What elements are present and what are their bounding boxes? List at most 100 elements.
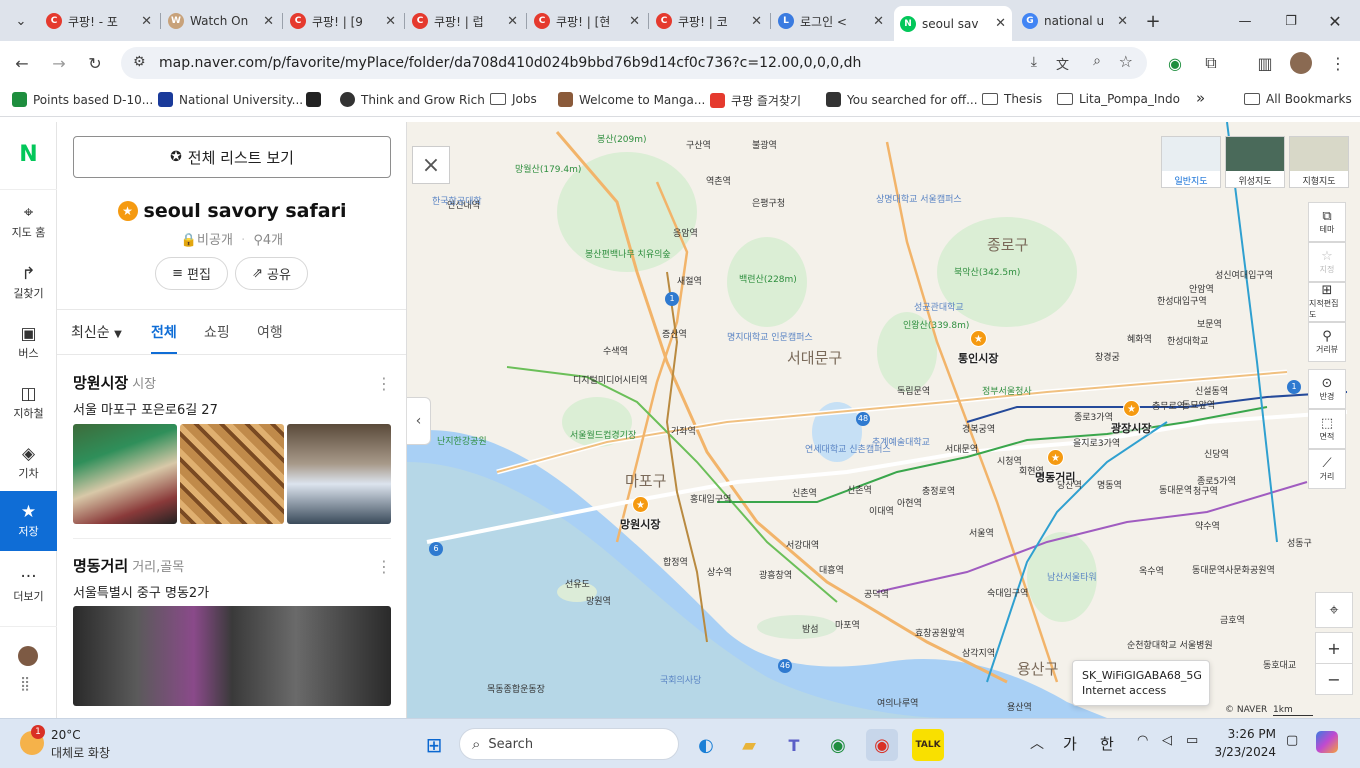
ime-mode-2[interactable]: 한 bbox=[1100, 733, 1114, 754]
bookmark-item[interactable]: Welcome to Manga... bbox=[558, 92, 705, 107]
map-tool-button[interactable]: ⬚ 면적 bbox=[1308, 409, 1346, 449]
browser-tab[interactable]: C 쿠팡! | 코 ✕ bbox=[650, 6, 768, 36]
new-tab-button[interactable]: + bbox=[1140, 8, 1166, 34]
tab-all[interactable]: 전체 bbox=[151, 322, 177, 354]
close-window-button[interactable]: ✕ bbox=[1322, 8, 1348, 34]
volume-icon[interactable]: ◁ bbox=[1162, 733, 1172, 748]
bookmark-item[interactable] bbox=[306, 92, 327, 107]
map-tool-button[interactable]: ⊙ 반경 bbox=[1308, 369, 1346, 409]
list-item[interactable]: 명동거리 거리,골목 서울특별시 중구 명동2가 bbox=[73, 555, 209, 601]
all-bookmarks-button[interactable]: All Bookmarks bbox=[1244, 92, 1352, 106]
close-tab-icon[interactable]: ✕ bbox=[873, 14, 884, 29]
address-bar[interactable]: ⚙ map.naver.com/p/favorite/myPlace/folde… bbox=[121, 47, 1147, 79]
rail-item[interactable]: ◈ 기차 bbox=[0, 439, 57, 489]
saved-place-marker[interactable]: ★ bbox=[1047, 449, 1064, 466]
file-explorer-icon[interactable]: ▰ bbox=[733, 729, 765, 761]
clock-time[interactable]: 3:26 PM bbox=[1220, 727, 1276, 741]
copilot-icon[interactable] bbox=[1316, 731, 1338, 753]
site-info-icon[interactable]: ⚙ bbox=[133, 54, 146, 70]
browser-tab[interactable]: C 쿠팡! | [현 ✕ bbox=[528, 6, 646, 36]
close-panel-button[interactable]: × bbox=[412, 146, 450, 184]
more-options-icon[interactable]: ⋮ bbox=[376, 557, 392, 576]
browser-tab[interactable]: C 쿠팡! - 포 ✕ bbox=[40, 6, 158, 36]
zoom-icon[interactable]: ⌕ bbox=[1093, 53, 1101, 69]
close-tab-icon[interactable]: ✕ bbox=[995, 16, 1006, 31]
side-panel-icon[interactable]: ▥ bbox=[1252, 50, 1278, 76]
collapse-panel-button[interactable]: ‹ bbox=[407, 397, 431, 445]
more-options-icon[interactable]: ⋮ bbox=[376, 374, 392, 393]
close-tab-icon[interactable]: ✕ bbox=[507, 14, 518, 29]
bookmark-item[interactable]: Lita_Pompa_Indo bbox=[1057, 92, 1180, 106]
chrome-icon[interactable]: ◉ bbox=[866, 729, 898, 761]
rail-item[interactable]: ◫ 지하철 bbox=[0, 379, 57, 429]
close-tab-icon[interactable]: ✕ bbox=[385, 14, 396, 29]
naver-logo[interactable]: N bbox=[0, 142, 57, 167]
saved-place-marker[interactable]: ★ bbox=[1123, 400, 1140, 417]
zoom-in-button[interactable]: + bbox=[1315, 632, 1353, 664]
map-tool-button[interactable]: ⊞ 지적편집도 bbox=[1308, 282, 1346, 322]
saved-place-marker[interactable]: ★ bbox=[970, 330, 987, 347]
map-tool-button[interactable]: ⚲ 거리뷰 bbox=[1308, 322, 1346, 362]
browser-tab[interactable]: Nseoul sav ✕ bbox=[894, 6, 1012, 41]
bookmark-item[interactable]: Jobs bbox=[490, 92, 537, 106]
close-tab-icon[interactable]: ✕ bbox=[141, 14, 152, 29]
zoom-out-button[interactable]: − bbox=[1315, 663, 1353, 695]
map-type-satellite[interactable]: 위성지도 bbox=[1225, 136, 1285, 188]
map-tool-button[interactable]: ☆ 지정 bbox=[1308, 242, 1346, 282]
back-icon[interactable]: ← bbox=[9, 50, 35, 76]
bookmark-item[interactable]: Think and Grow Rich bbox=[340, 92, 485, 107]
place-photo[interactable] bbox=[73, 606, 391, 706]
windows-start-icon[interactable]: ⊞ bbox=[418, 729, 450, 761]
clock-date[interactable]: 3/23/2024 bbox=[1210, 745, 1276, 759]
place-photo[interactable] bbox=[180, 424, 284, 524]
map-canvas[interactable]: 일반지도 위성지도 지형지도 종로구 마포구 서대문구 용산구 디지털미디어시티역 홍대입… bbox=[407, 122, 1360, 718]
place-photo[interactable] bbox=[287, 424, 391, 524]
chrome-profile-icon[interactable]: ◉ bbox=[822, 729, 854, 761]
sort-dropdown[interactable]: 최신순 ▼ bbox=[71, 322, 122, 342]
share-button[interactable]: ⇗ 공유 bbox=[235, 257, 308, 290]
tab-search-icon[interactable]: ⌄ bbox=[8, 8, 34, 34]
list-item[interactable]: 망원시장 시장 서울 마포구 포은로6길 27 bbox=[73, 372, 218, 418]
teams-icon[interactable]: T bbox=[778, 729, 810, 761]
rail-item[interactable]: ★ 저장 bbox=[0, 491, 57, 551]
apps-grid-icon[interactable]: ⣿ bbox=[20, 676, 30, 692]
map-tool-button[interactable]: ⧉ 테마 bbox=[1308, 202, 1346, 242]
taskbar-search[interactable]: ⌕ Search bbox=[459, 728, 679, 760]
bookmark-item[interactable]: Points based D-10... bbox=[12, 92, 153, 107]
extensions-icon[interactable]: ⧉ bbox=[1198, 50, 1224, 76]
browser-tab[interactable]: W Watch On ✕ bbox=[162, 6, 280, 36]
kakaotalk-icon[interactable]: TALK bbox=[912, 729, 944, 761]
edge-icon[interactable]: ◐ bbox=[690, 729, 722, 761]
ime-mode-1[interactable]: 가 bbox=[1063, 733, 1077, 754]
maximize-button[interactable]: ❐ bbox=[1278, 8, 1304, 34]
grammarly-extension-icon[interactable]: ◉ bbox=[1162, 50, 1188, 76]
wifi-icon[interactable]: ◠ bbox=[1137, 733, 1148, 748]
map-type-normal[interactable]: 일반지도 bbox=[1161, 136, 1221, 188]
more-bookmarks-icon[interactable]: » bbox=[1196, 89, 1205, 107]
close-tab-icon[interactable]: ✕ bbox=[263, 14, 274, 29]
map-type-terrain[interactable]: 지형지도 bbox=[1289, 136, 1349, 188]
bookmark-item[interactable]: You searched for off... bbox=[826, 92, 978, 107]
browser-tab[interactable]: C 쿠팡! | 럽 ✕ bbox=[406, 6, 524, 36]
close-tab-icon[interactable]: ✕ bbox=[1117, 14, 1128, 29]
edit-button[interactable]: ≡ 편집 bbox=[155, 257, 228, 290]
battery-icon[interactable]: ▭ bbox=[1186, 733, 1198, 748]
locate-me-button[interactable]: ⌖ bbox=[1315, 592, 1353, 628]
minimize-button[interactable]: — bbox=[1232, 8, 1258, 34]
browser-tab[interactable]: Gnational u ✕ bbox=[1016, 6, 1134, 36]
browser-tab[interactable]: L 로그인 < ✕ bbox=[772, 6, 890, 36]
view-all-lists-button[interactable]: ✪ 전체 리스트 보기 bbox=[73, 136, 391, 178]
browser-tab[interactable]: C 쿠팡! | [9 ✕ bbox=[284, 6, 402, 36]
place-photo[interactable] bbox=[73, 424, 177, 524]
bookmark-star-icon[interactable]: ☆ bbox=[1119, 52, 1133, 71]
bookmark-item[interactable]: National University... bbox=[158, 92, 303, 107]
translate-icon[interactable]: 文 bbox=[1056, 54, 1069, 73]
bookmark-item[interactable]: Thesis bbox=[982, 92, 1042, 106]
tab-shopping[interactable]: 쇼핑 bbox=[204, 322, 230, 342]
saved-place-marker[interactable]: ★ bbox=[632, 496, 649, 513]
profile-avatar[interactable] bbox=[1288, 50, 1314, 76]
bookmark-item[interactable]: 쿠팡 즐겨찾기 bbox=[710, 92, 801, 109]
reload-icon[interactable]: ↻ bbox=[82, 50, 108, 76]
install-app-icon[interactable]: ⤓ bbox=[1031, 54, 1037, 70]
chrome-menu-icon[interactable]: ⋮ bbox=[1325, 50, 1351, 76]
